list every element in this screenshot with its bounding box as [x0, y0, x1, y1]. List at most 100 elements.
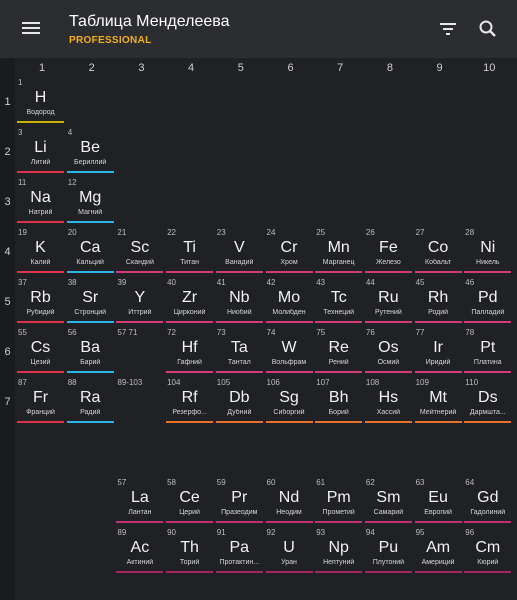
- category-bar: [66, 271, 114, 273]
- element-cell[interactable]: 58 Ce Церий: [166, 478, 214, 525]
- element-cell[interactable]: 59 Pr Празеодим: [215, 478, 263, 525]
- element-cell[interactable]: 3 Li Литий: [17, 128, 64, 175]
- element-cell[interactable]: 39 Y Иттрий: [116, 278, 164, 325]
- atomic-number: 78: [465, 328, 475, 337]
- element-symbol: U: [283, 539, 295, 556]
- element-cell[interactable]: 90 Th Торий: [166, 528, 214, 575]
- element-cell[interactable]: 88 Ra Радий: [66, 378, 114, 425]
- element-cell[interactable]: 46 Pd Палладий: [464, 278, 512, 325]
- atomic-number: 58: [167, 478, 176, 487]
- element-cell[interactable]: 77 Ir Иридий: [414, 328, 462, 375]
- element-cell[interactable]: 57 La Лантан: [116, 478, 164, 525]
- atomic-number: 60: [266, 478, 276, 487]
- element-cell[interactable]: 55 Cs Цезий: [17, 328, 64, 375]
- element-name: Хром: [280, 259, 298, 266]
- element-cell[interactable]: 27 Co Кобальт: [414, 228, 462, 275]
- element-cell[interactable]: 108 Hs Хассий: [364, 378, 412, 425]
- element-symbol: Hs: [378, 389, 399, 406]
- atomic-number: 38: [67, 278, 77, 287]
- element-cell[interactable]: 44 Ru Рутений: [364, 278, 412, 325]
- row-header: 3: [4, 196, 11, 208]
- filter-icon[interactable]: [434, 18, 462, 40]
- atomic-number: 62: [365, 478, 375, 487]
- category-bar: [116, 321, 164, 323]
- element-symbol: Nb: [229, 289, 250, 306]
- element-cell[interactable]: 45 Rh Родий: [414, 278, 462, 325]
- category-bar: [265, 421, 313, 423]
- category-bar: [66, 421, 114, 423]
- element-cell[interactable]: 40 Zr Цирконий: [166, 278, 214, 325]
- element-cell[interactable]: 25 Mn Марганец: [315, 228, 363, 275]
- element-cell[interactable]: 38 Sr Стронций: [66, 278, 114, 325]
- element-cell[interactable]: 94 Pu Плутоний: [364, 528, 412, 575]
- menu-icon[interactable]: [18, 19, 44, 39]
- atomic-number: 61: [316, 478, 326, 487]
- element-cell[interactable]: 91 Pa Протактин...: [215, 528, 263, 575]
- element-name: Дубний: [227, 409, 252, 416]
- element-cell[interactable]: 64 Gd Гадолиний: [464, 478, 512, 525]
- element-cell[interactable]: 12 Mg Магний: [66, 178, 114, 225]
- element-cell[interactable]: 106 Sg Сиборгий: [265, 378, 313, 425]
- element-name: Палладий: [471, 309, 505, 316]
- element-cell[interactable]: 109 Mt Мейтнерий: [414, 378, 462, 425]
- category-bar: [17, 271, 64, 273]
- element-cell[interactable]: 26 Fe Железо: [364, 228, 412, 275]
- atomic-number: 110: [465, 378, 479, 387]
- element-cell[interactable]: 43 Tc Технеций: [315, 278, 363, 325]
- element-cell[interactable]: 41 Nb Ниобий: [215, 278, 263, 325]
- element-cell[interactable]: 105 Db Дубний: [215, 378, 263, 425]
- element-symbol: V: [233, 239, 245, 256]
- element-cell[interactable]: 4 Be Бериллий: [66, 128, 114, 175]
- element-cell[interactable]: 11 Na Натрий: [17, 178, 64, 225]
- element-cell[interactable]: 1 H Водород: [17, 78, 64, 125]
- element-cell[interactable]: 24 Cr Хром: [265, 228, 313, 275]
- element-cell[interactable]: 28 Ni Никель: [464, 228, 512, 275]
- element-cell[interactable]: 20 Ca Кальций: [66, 228, 114, 275]
- element-cell[interactable]: 62 Sm Самарий: [364, 478, 412, 525]
- element-symbol: Am: [426, 539, 451, 556]
- element-cell[interactable]: 23 V Ванадий: [215, 228, 263, 275]
- atomic-number: 44: [365, 278, 375, 287]
- category-bar: [17, 221, 64, 223]
- search-icon[interactable]: [474, 16, 502, 42]
- element-cell[interactable]: 37 Rb Рубидий: [17, 278, 64, 325]
- category-bar: [17, 371, 64, 373]
- element-cell[interactable]: 95 Am Америций: [414, 528, 462, 575]
- element-cell[interactable]: 73 Ta Тантал: [215, 328, 263, 375]
- atomic-number: 45: [415, 278, 425, 287]
- element-cell[interactable]: 19 K Калий: [17, 228, 64, 275]
- element-cell[interactable]: 56 Ba Барий: [66, 328, 114, 375]
- element-cell[interactable]: 22 Ti Титан: [166, 228, 214, 275]
- element-symbol: W: [281, 339, 297, 356]
- element-cell[interactable]: 87 Fr Франций: [17, 378, 64, 425]
- element-symbol: Cm: [475, 539, 501, 556]
- element-cell[interactable]: 96 Cm Кюрий: [464, 528, 512, 575]
- element-cell[interactable]: 93 Np Нептуний: [315, 528, 363, 575]
- atomic-number: 93: [316, 528, 326, 537]
- element-cell[interactable]: 104 Rf Резерфо...: [166, 378, 214, 425]
- element-cell[interactable]: 21 Sc Скандий: [116, 228, 164, 275]
- category-bar: [215, 271, 263, 273]
- element-name: Празеодим: [221, 509, 258, 516]
- element-cell[interactable]: 74 W Вольфрам: [265, 328, 313, 375]
- element-cell[interactable]: 110 Ds Дармшта...: [464, 378, 512, 425]
- element-symbol: K: [35, 239, 46, 256]
- atomic-number: 73: [216, 328, 226, 337]
- element-name: Прометий: [322, 509, 355, 516]
- element-cell[interactable]: 78 Pt Платина: [464, 328, 512, 375]
- category-bar: [17, 421, 64, 423]
- element-cell[interactable]: 92 U Уран: [265, 528, 313, 575]
- element-cell[interactable]: 107 Bh Борий: [315, 378, 363, 425]
- element-name: Франций: [26, 409, 55, 416]
- category-bar: [265, 571, 313, 573]
- atomic-number: 1: [18, 78, 23, 87]
- element-cell[interactable]: 72 Hf Гафний: [166, 328, 214, 375]
- element-cell[interactable]: 61 Pm Прометий: [315, 478, 363, 525]
- element-cell[interactable]: 60 Nd Неодим: [265, 478, 313, 525]
- element-cell[interactable]: 75 Re Рений: [315, 328, 363, 375]
- element-cell[interactable]: 42 Mo Молибден: [265, 278, 313, 325]
- element-cell[interactable]: 63 Eu Европий: [414, 478, 462, 525]
- category-bar: [414, 521, 462, 523]
- element-cell[interactable]: 76 Os Осмий: [364, 328, 412, 375]
- element-cell[interactable]: 89 Ac Актиний: [116, 528, 164, 575]
